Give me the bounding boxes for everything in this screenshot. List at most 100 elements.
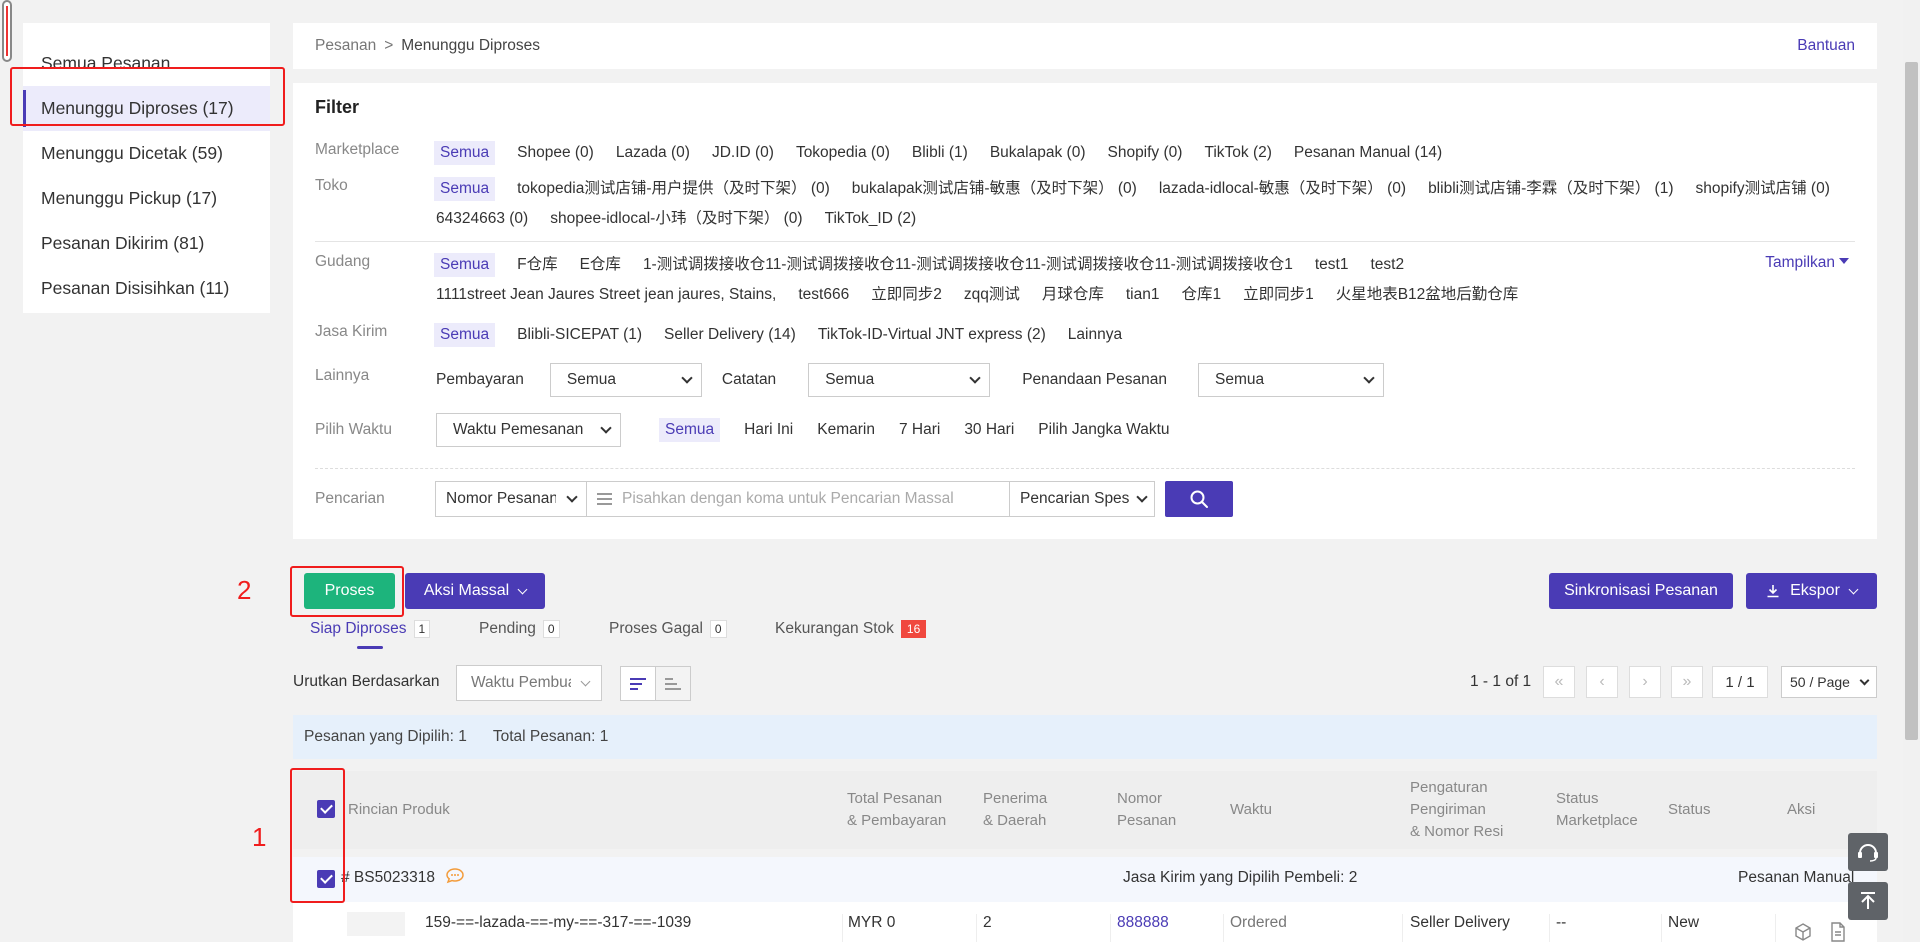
sidebar-item-semua[interactable]: Semua Pesanan bbox=[23, 41, 270, 86]
jasa-kirim-option[interactable]: Seller Delivery (14) bbox=[664, 323, 796, 347]
marketplace-option[interactable]: JD.ID (0) bbox=[712, 141, 774, 165]
waktu-option[interactable]: 30 Hari bbox=[964, 418, 1014, 442]
toko-option[interactable]: 64324663 (0) bbox=[436, 207, 528, 231]
sort-select[interactable]: Waktu Pembuatan bbox=[456, 665, 602, 701]
gudang-option[interactable]: 立即同步1 bbox=[1243, 283, 1314, 307]
waktu-type-select[interactable]: Waktu Pemesanan bbox=[436, 413, 621, 447]
aksi-massal-button[interactable]: Aksi Massal bbox=[405, 573, 545, 609]
next-page-icon[interactable]: › bbox=[1629, 666, 1661, 698]
waktu-option[interactable]: 7 Hari bbox=[899, 418, 940, 442]
order-checkbox[interactable] bbox=[317, 870, 335, 888]
jasa-kirim-option[interactable]: Semua bbox=[434, 323, 496, 347]
breadcrumb-root[interactable]: Pesanan bbox=[315, 37, 376, 55]
chevron-down-icon bbox=[969, 372, 981, 384]
toko-option[interactable]: tokopedia测试店铺-用户提供（及时下架） (0) bbox=[517, 177, 830, 201]
chevron-down-icon bbox=[517, 584, 528, 594]
column-divider bbox=[842, 914, 843, 942]
show-more-toggle[interactable]: Tampilkan bbox=[1765, 254, 1849, 272]
package-icon[interactable] bbox=[1793, 922, 1813, 942]
sidebar-item-menunggu-dicetak[interactable]: Menunggu Dicetak (59) bbox=[23, 131, 270, 176]
first-page-icon[interactable]: « bbox=[1543, 666, 1575, 698]
search-button[interactable] bbox=[1165, 481, 1233, 517]
marketplace-option[interactable]: TikTok (2) bbox=[1204, 141, 1271, 165]
search-type-select[interactable]: Nomor Pesanan bbox=[435, 481, 587, 517]
search-mode-select[interactable]: Pencarian Spesifik bbox=[1010, 481, 1155, 517]
ekspor-button[interactable]: Ekspor bbox=[1746, 573, 1877, 609]
back-to-top-icon[interactable] bbox=[1848, 882, 1888, 920]
gudang-option[interactable]: test666 bbox=[798, 283, 849, 307]
show-more-label: Tampilkan bbox=[1765, 254, 1835, 271]
proses-button[interactable]: Proses bbox=[304, 573, 395, 609]
sinkronisasi-button[interactable]: Sinkronisasi Pesanan bbox=[1549, 573, 1733, 609]
toko-option[interactable]: shopee-idlocal-小玮（及时下架） (0) bbox=[550, 207, 802, 231]
column-divider bbox=[1549, 914, 1550, 942]
page-indicator[interactable]: 1 / 1 bbox=[1712, 666, 1768, 698]
select-all-checkbox[interactable] bbox=[317, 800, 335, 818]
last-page-icon[interactable]: » bbox=[1671, 666, 1703, 698]
toko-option[interactable]: bukalapak测试店铺-敏惠（及时下架） (0) bbox=[852, 177, 1137, 201]
search-input[interactable] bbox=[622, 490, 1002, 508]
column-divider bbox=[1223, 914, 1224, 942]
toko-option[interactable]: Semua bbox=[434, 177, 496, 201]
gudang-option[interactable]: 月球仓库 bbox=[1042, 283, 1104, 307]
gudang-option[interactable]: E仓库 bbox=[580, 253, 621, 277]
gudang-option[interactable]: 1111street Jean Jaures Street jean jaure… bbox=[436, 283, 776, 307]
gudang-option[interactable]: test2 bbox=[1370, 253, 1404, 277]
tab-proses-gagal[interactable]: Proses Gagal 0 bbox=[609, 620, 727, 638]
gudang-option[interactable]: 1-测试调拨接收仓11-测试调拨接收仓11-测试调拨接收仓11-测试调拨接收仓1… bbox=[643, 253, 1293, 277]
pembayaran-select[interactable]: Semua bbox=[549, 363, 702, 397]
waktu-option[interactable]: Pilih Jangka Waktu bbox=[1038, 418, 1169, 442]
filter-row-toko: Toko Semua tokopedia测试店铺-用户提供（及时下架） (0) … bbox=[315, 177, 1857, 231]
product-name[interactable]: 159-==-lazada-==-my-==-317-==-1039 bbox=[425, 914, 691, 932]
jasa-kirim-option[interactable]: TikTok-ID-Virtual JNT express (2) bbox=[818, 323, 1046, 347]
jasa-kirim-option[interactable]: Lainnya bbox=[1068, 323, 1122, 347]
marketplace-option[interactable]: Bukalapak (0) bbox=[990, 141, 1086, 165]
waktu-option[interactable]: Kemarin bbox=[817, 418, 875, 442]
tab-pending[interactable]: Pending 0 bbox=[479, 620, 560, 638]
marketplace-option[interactable]: Semua bbox=[434, 141, 496, 165]
sidebar-item-dikirim[interactable]: Pesanan Dikirim (81) bbox=[23, 221, 270, 266]
marketplace-option[interactable]: Lazada (0) bbox=[616, 141, 690, 165]
marketplace-option[interactable]: Pesanan Manual (14) bbox=[1294, 141, 1442, 165]
gudang-option[interactable]: zqq测试 bbox=[964, 283, 1020, 307]
per-page-select[interactable]: 50 / Page bbox=[1781, 666, 1877, 698]
waktu-option[interactable]: Semua bbox=[659, 418, 721, 442]
gudang-option[interactable]: 仓库1 bbox=[1181, 283, 1221, 307]
sort-ascending-icon[interactable] bbox=[655, 666, 691, 701]
gudang-option[interactable]: test1 bbox=[1315, 253, 1349, 277]
sidebar-item-menunggu-pickup[interactable]: Menunggu Pickup (17) bbox=[23, 176, 270, 221]
toko-option[interactable]: TikTok_ID (2) bbox=[825, 207, 917, 231]
search-type-value: Nomor Pesanan bbox=[446, 490, 556, 507]
gudang-option[interactable]: Semua bbox=[434, 253, 496, 277]
marketplace-option[interactable]: Shopify (0) bbox=[1107, 141, 1182, 165]
marketplace-option[interactable]: Shopee (0) bbox=[517, 141, 594, 165]
scrollbar-thumb[interactable] bbox=[1905, 62, 1918, 740]
chevron-down-icon bbox=[600, 422, 612, 434]
marketplace-option[interactable]: Tokopedia (0) bbox=[796, 141, 890, 165]
sidebar-item-menunggu-diproses[interactable]: Menunggu Diproses (17) bbox=[23, 86, 270, 131]
toko-option[interactable]: shopify测试店铺 (0) bbox=[1696, 177, 1830, 201]
prev-page-icon[interactable]: ‹ bbox=[1586, 666, 1618, 698]
penandaan-select[interactable]: Semua bbox=[1198, 363, 1384, 397]
help-link[interactable]: Bantuan bbox=[1797, 37, 1855, 55]
tab-siap-diproses[interactable]: Siap Diproses 1 bbox=[310, 620, 431, 638]
marketplace-option[interactable]: Blibli (1) bbox=[912, 141, 968, 165]
chat-icon[interactable] bbox=[445, 867, 465, 890]
sinkronisasi-label: Sinkronisasi Pesanan bbox=[1564, 582, 1718, 599]
order-number-link[interactable]: 888888 bbox=[1117, 914, 1169, 932]
tab-active-indicator bbox=[357, 646, 383, 649]
sidebar-item-disisihkan[interactable]: Pesanan Disisihkan (11) bbox=[23, 266, 270, 311]
jasa-kirim-option[interactable]: Blibli-SICEPAT (1) bbox=[517, 323, 642, 347]
toko-option[interactable]: lazada-idlocal-敏惠（及时下架） (0) bbox=[1159, 177, 1406, 201]
waktu-option[interactable]: Hari Ini bbox=[744, 418, 793, 442]
toko-option[interactable]: blibli测试店铺-李霖（及时下架） (1) bbox=[1428, 177, 1673, 201]
tab-kekurangan-stok[interactable]: Kekurangan Stok 16 bbox=[775, 620, 927, 638]
gudang-option[interactable]: F仓库 bbox=[517, 253, 557, 277]
customer-service-icon[interactable] bbox=[1848, 833, 1888, 871]
catatan-select[interactable]: Semua bbox=[808, 363, 991, 397]
document-icon[interactable] bbox=[1829, 922, 1847, 942]
sort-descending-icon[interactable] bbox=[620, 666, 656, 701]
gudang-option[interactable]: 立即同步2 bbox=[871, 283, 942, 307]
gudang-option[interactable]: 火星地表B12盆地后勤仓库 bbox=[1336, 283, 1519, 307]
gudang-option[interactable]: tian1 bbox=[1126, 283, 1160, 307]
